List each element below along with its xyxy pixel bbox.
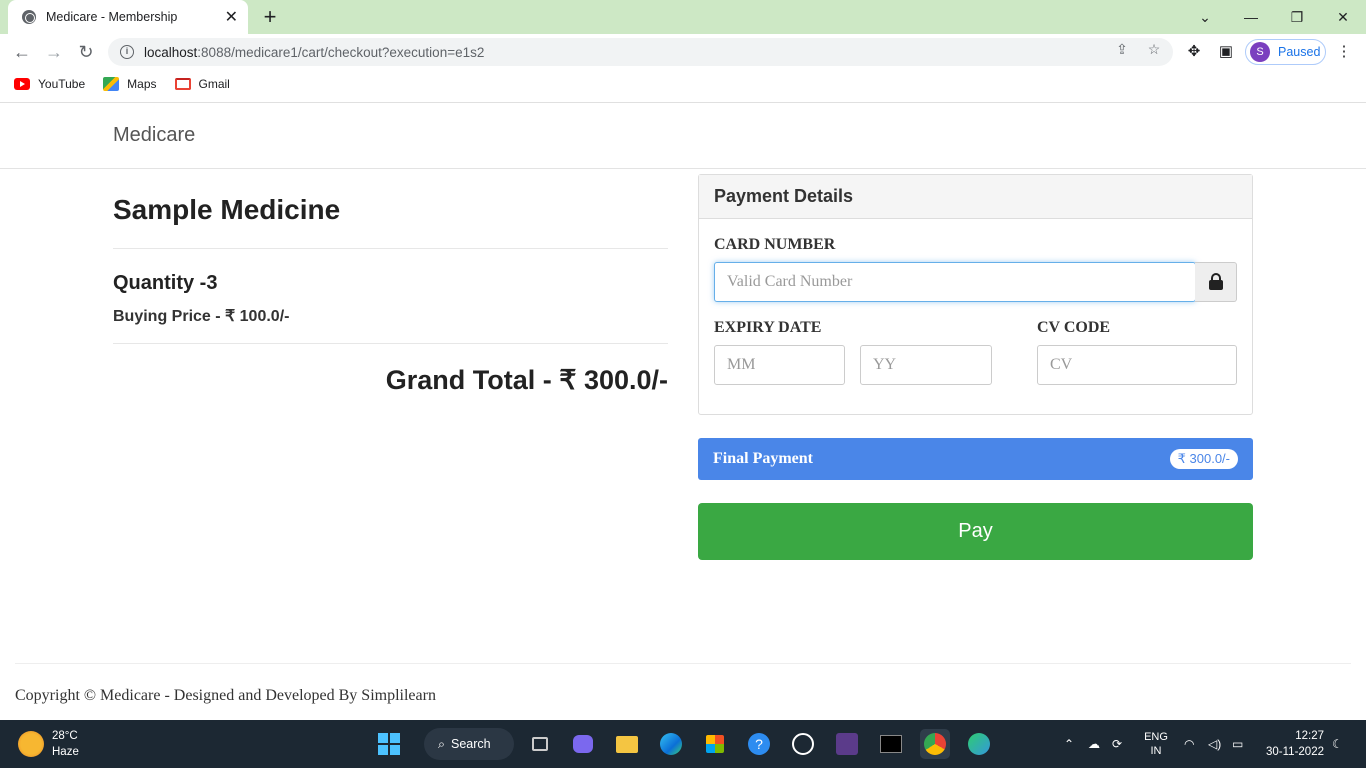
share-icon[interactable]: ⇪ [1114, 41, 1130, 57]
back-icon[interactable]: ← [8, 38, 36, 66]
final-amount-badge: ₹ 300.0/- [1169, 449, 1238, 469]
weather-icon [18, 731, 44, 757]
terminal-icon[interactable] [876, 729, 906, 759]
site-navbar: Medicare [0, 103, 1366, 169]
browser-app-icon[interactable] [964, 729, 994, 759]
site-info-icon[interactable]: i [120, 45, 134, 59]
store-icon[interactable] [700, 729, 730, 759]
final-payment-label: Final Payment [713, 450, 813, 467]
tab-strip: Medicare - Membership ✕ + ⌄ — ❐ ✕ [0, 0, 1366, 34]
payment-heading: Payment Details [699, 175, 1252, 219]
restore-button[interactable]: ❐ [1274, 0, 1320, 34]
sync-icon[interactable]: ⟳ [1112, 720, 1132, 768]
lock-icon [1208, 272, 1223, 290]
card-number-input[interactable] [714, 262, 1196, 302]
bookmark-label: Maps [127, 77, 157, 91]
onedrive-icon[interactable]: ☁ [1088, 720, 1108, 768]
divider [113, 343, 668, 344]
card-addon [1195, 262, 1237, 302]
search-label: Search [451, 737, 491, 751]
final-payment-bar: Final Payment ₹ 300.0/- [698, 438, 1253, 480]
footer-divider [15, 663, 1351, 664]
browser-toolbar: ← → ↻ i localhost:8088/medicare1/cart/ch… [0, 34, 1366, 70]
battery-icon[interactable]: ▭ [1232, 720, 1250, 768]
volume-icon[interactable]: ◁) [1208, 720, 1226, 768]
divider [113, 248, 668, 249]
notifications-icon[interactable]: ☾ [1332, 720, 1348, 768]
start-button[interactable] [374, 729, 404, 759]
address-bar[interactable]: i localhost:8088/medicare1/cart/checkout… [108, 38, 1173, 66]
file-explorer-icon[interactable] [612, 729, 642, 759]
maps-icon [103, 77, 120, 91]
globe-icon [22, 10, 36, 24]
browser-tab[interactable]: Medicare - Membership ✕ [8, 0, 248, 34]
buying-price: Buying Price - ₹ 100.0/- [113, 308, 290, 325]
extensions-icon[interactable]: ✥ [1184, 42, 1204, 62]
language-indicator[interactable]: ENG IN [1140, 720, 1172, 768]
bookmarks-bar: YouTube Maps Gmail [0, 70, 1366, 98]
bookmark-maps[interactable]: Maps [103, 77, 157, 91]
avatar: S [1250, 42, 1270, 62]
tab-title: Medicare - Membership [46, 10, 178, 24]
task-view-icon[interactable] [525, 729, 555, 759]
clock[interactable]: 12:27 30-11-2022 [1262, 728, 1324, 760]
bookmark-label: Gmail [198, 77, 230, 91]
youtube-icon [14, 78, 30, 90]
product-quantity: Quantity -3 [113, 272, 218, 294]
cv-code-label: CV CODE [1037, 319, 1111, 336]
windows-icon [378, 733, 400, 755]
show-hidden-icons[interactable]: ⌃ [1064, 720, 1084, 768]
url-text: localhost:8088/medicare1/cart/checkout?e… [144, 45, 484, 60]
profile-button[interactable]: S Paused [1245, 39, 1326, 65]
time: 12:27 [1295, 730, 1324, 742]
search-icon: ⌕ [438, 736, 446, 751]
card-number-label: CARD NUMBER [714, 236, 836, 253]
security-icon[interactable] [788, 729, 818, 759]
payment-panel: Payment Details CARD NUMBER EXPIRY DATE … [698, 174, 1253, 415]
edge-icon[interactable] [656, 729, 686, 759]
web-page: Medicare Sample Medicine Quantity -3 Buy… [0, 102, 1366, 720]
profile-status: Paused [1278, 45, 1321, 59]
temperature: 28°C [52, 730, 78, 742]
chat-icon[interactable] [568, 729, 598, 759]
forward-icon[interactable]: → [40, 38, 68, 66]
weather-widget[interactable]: 28°C Haze [18, 728, 79, 760]
help-icon[interactable]: ? [744, 729, 774, 759]
chrome-icon[interactable] [920, 729, 950, 759]
reload-icon[interactable]: ↻ [72, 38, 100, 66]
taskbar: 28°C Haze ⌕ Search ? ⌃ ☁ ⟳ ENG IN ◠ ◁) ▭… [0, 720, 1366, 768]
close-tab-icon[interactable]: ✕ [225, 7, 238, 27]
url-path: :8088/medicare1/cart/checkout?execution=… [197, 44, 485, 60]
bookmark-gmail[interactable]: Gmail [174, 77, 230, 91]
tab-search-icon[interactable]: ⌄ [1182, 0, 1228, 34]
footer-copyright: Copyright © Medicare - Designed and Deve… [15, 687, 436, 704]
new-tab-button[interactable]: + [260, 4, 280, 30]
taskbar-search[interactable]: ⌕ Search [424, 728, 514, 760]
side-panel-icon[interactable]: ▣ [1216, 42, 1236, 62]
wifi-icon[interactable]: ◠ [1184, 720, 1202, 768]
bookmark-label: YouTube [38, 77, 86, 91]
date: 30-11-2022 [1266, 746, 1324, 758]
pay-button[interactable]: Pay [698, 503, 1253, 560]
minimize-button[interactable]: — [1228, 0, 1274, 34]
gmail-icon [174, 78, 191, 90]
bookmark-star-icon[interactable]: ☆ [1146, 41, 1162, 57]
expiry-year-input[interactable] [860, 345, 992, 385]
site-brand[interactable]: Medicare [113, 124, 195, 147]
language-code: ENG [1144, 731, 1168, 743]
region-code: IN [1150, 745, 1162, 757]
window-close-button[interactable]: ✕ [1320, 0, 1366, 34]
eclipse-ide-icon[interactable] [832, 729, 862, 759]
expiry-month-input[interactable] [714, 345, 845, 385]
product-name: Sample Medicine [113, 194, 341, 225]
menu-icon[interactable]: ⋮ [1334, 42, 1354, 62]
weather-condition: Haze [52, 746, 79, 758]
url-host: localhost [144, 44, 198, 60]
grand-total: Grand Total - ₹ 300.0/- [385, 365, 668, 395]
expiry-date-label: EXPIRY DATE [714, 319, 822, 336]
cv-code-input[interactable] [1037, 345, 1237, 385]
bookmark-youtube[interactable]: YouTube [14, 77, 85, 91]
